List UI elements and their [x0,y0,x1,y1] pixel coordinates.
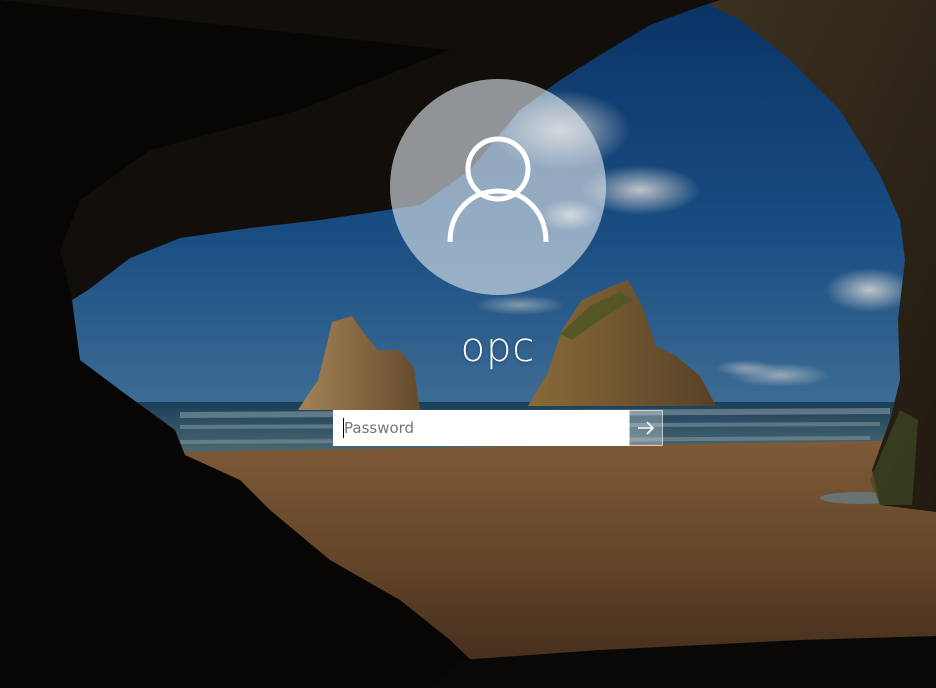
user-avatar [390,79,606,295]
username-label: opc [460,325,536,371]
lock-screen: opc [0,0,936,688]
submit-button[interactable] [629,410,663,446]
arrow-right-icon [638,421,655,435]
password-input[interactable] [333,410,629,446]
user-silhouette-icon [447,136,549,243]
text-caret [343,418,344,438]
password-row [333,410,663,446]
